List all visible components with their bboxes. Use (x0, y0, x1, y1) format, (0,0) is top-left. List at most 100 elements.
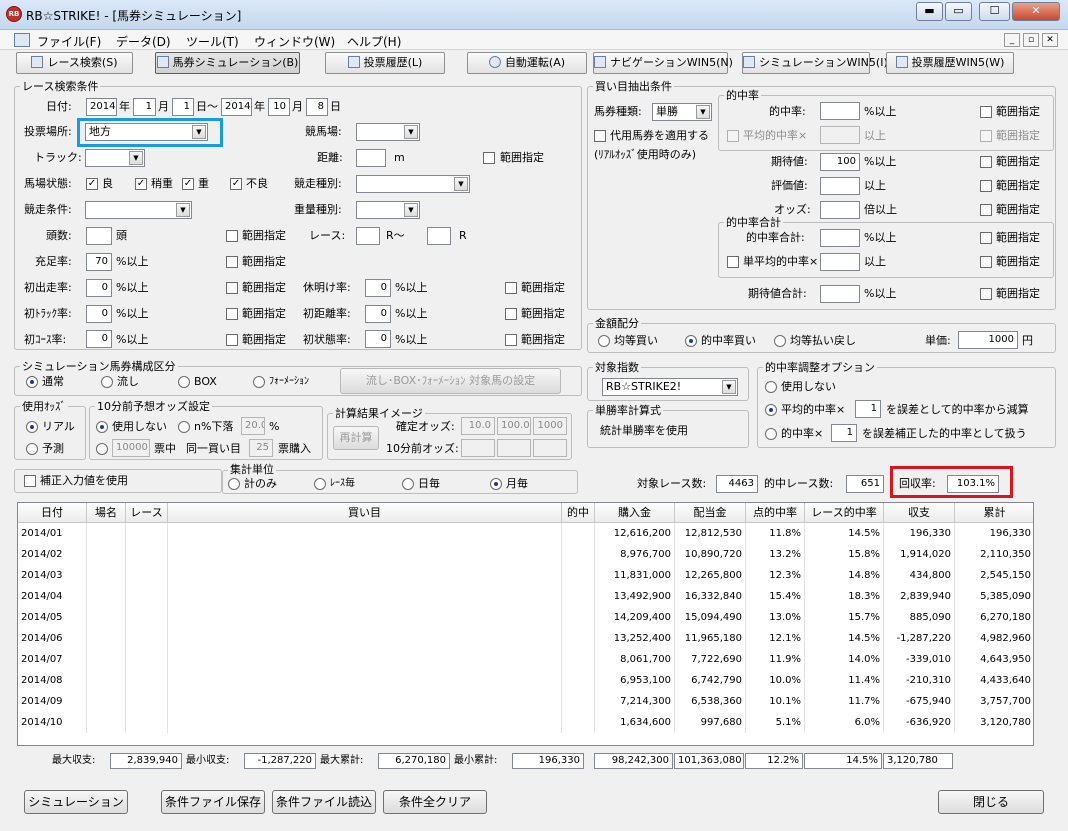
odds-real-radio[interactable] (26, 421, 38, 433)
single-avg-checkbox[interactable] (727, 256, 739, 268)
tab-race-search[interactable]: レース検索(S) (16, 52, 133, 74)
unit-price-input[interactable]: 1000 (958, 331, 1018, 349)
first-distance-input[interactable]: 0 (365, 305, 391, 323)
heads-input[interactable] (86, 227, 112, 245)
agg-day-radio[interactable] (402, 478, 414, 490)
menu-window[interactable]: ウィンドウ(W) (254, 33, 335, 50)
single-avg-range-checkbox[interactable] (980, 256, 992, 268)
expectation-sum-range-checkbox[interactable] (980, 288, 992, 300)
save-condition-button[interactable]: 条件ファイル保存 (161, 790, 265, 814)
fixed-odds-input-1[interactable]: 10.0 (461, 417, 495, 435)
racecourse-select[interactable]: ▼ (356, 123, 420, 141)
table-row[interactable]: 2014/10 1,634,600 997,680 5.1% 6.0% -636,920 3… (18, 712, 1033, 733)
first-run-range-checkbox[interactable] (226, 282, 238, 294)
fill-rate-input[interactable]: 70 (86, 253, 112, 271)
pre10-odds-input-3[interactable] (533, 439, 567, 457)
menu-file[interactable]: ファイル(F) (37, 33, 101, 50)
cond-good-checkbox[interactable]: ✓ (86, 178, 98, 190)
first-course-range-checkbox[interactable] (226, 334, 238, 346)
target-horse-setting-button[interactable]: 流し･BOX･ﾌｫｰﾒｰｼｮﾝ 対象馬の設定 (340, 368, 561, 394)
hit-range-checkbox[interactable] (980, 106, 992, 118)
adjust-avg-input[interactable]: 1 (855, 400, 881, 418)
distance-range-checkbox[interactable] (483, 152, 495, 164)
load-condition-button[interactable]: 条件ファイル読込 (272, 790, 376, 814)
fixed-odds-input-2[interactable]: 100.0 (497, 417, 531, 435)
track-select[interactable]: ▼ (85, 149, 145, 167)
fill-range-checkbox[interactable] (226, 256, 238, 268)
expectation-input[interactable]: 100 (820, 153, 860, 171)
first-track-input[interactable]: 0 (86, 305, 112, 323)
cond-bad-checkbox[interactable]: ✓ (230, 178, 242, 190)
pre10-ndrop-radio[interactable] (178, 421, 190, 433)
single-avg-input[interactable] (820, 253, 860, 271)
avg-hit-input[interactable] (820, 126, 860, 144)
pre10-vote-input[interactable]: 10000 (112, 439, 150, 457)
col-header-race[interactable]: レース (126, 503, 168, 523)
sim-nagashi-radio[interactable] (101, 376, 113, 388)
sim-normal-radio[interactable] (26, 376, 38, 388)
col-header-venue[interactable]: 場名 (87, 503, 126, 523)
odds-forecast-radio[interactable] (26, 443, 38, 455)
adjust-hit-input[interactable]: 1 (831, 424, 857, 442)
pre10-odds-input-1[interactable] (461, 439, 495, 457)
close-window-button[interactable]: ✕ (1012, 2, 1060, 21)
distance-input[interactable] (356, 149, 386, 167)
table-row[interactable]: 2014/01 12,616,200 12,812,530 11.8% 14.5% 196… (18, 523, 1033, 544)
tab-navigation-win5[interactable]: ナビゲーションWIN5(N) (593, 52, 733, 74)
mdi-minimize-icon[interactable]: _ (1004, 33, 1020, 47)
pre10-vote-radio[interactable] (96, 443, 108, 455)
col-header-hit[interactable]: 的中 (562, 503, 595, 523)
race-from-input[interactable] (356, 227, 380, 245)
table-row[interactable]: 2014/02 8,976,700 10,890,720 13.2% 15.8% 1,91… (18, 544, 1033, 565)
rest-range-checkbox[interactable] (505, 282, 517, 294)
weight-type-select[interactable]: ▼ (356, 201, 420, 219)
sim-box-radio[interactable] (178, 376, 190, 388)
correction-checkbox[interactable] (24, 475, 36, 487)
odds-input[interactable] (820, 201, 860, 219)
pre10-odds-input-2[interactable] (497, 439, 531, 457)
adjust-unused-radio[interactable] (765, 381, 777, 393)
simulate-button[interactable]: シミュレーション (24, 790, 128, 814)
tab-auto-run[interactable]: 自動運転(A) (467, 52, 587, 74)
hit-sum-range-checkbox[interactable] (980, 232, 992, 244)
pre10-unused-radio[interactable] (96, 421, 108, 433)
avg-hit-checkbox[interactable] (727, 130, 739, 142)
tab-simulation-win5[interactable]: シミュレーションWIN5(I) (742, 52, 888, 74)
avg-hit-range-checkbox[interactable] (980, 130, 992, 142)
mdi-close-icon[interactable]: ✕ (1042, 33, 1058, 47)
col-header-balance[interactable]: 収支 (884, 503, 955, 523)
menu-tool[interactable]: ツール(T) (186, 33, 239, 50)
to-day-input[interactable]: 8 (306, 98, 328, 116)
cond-slightly-heavy-checkbox[interactable]: ✓ (135, 178, 147, 190)
sim-formation-radio[interactable] (253, 376, 265, 388)
first-course-input[interactable]: 0 (86, 330, 112, 348)
grid-icon[interactable] (14, 33, 30, 47)
col-header-bet[interactable]: 買い目 (168, 503, 562, 523)
clear-condition-button[interactable]: 条件全クリア (383, 790, 487, 814)
from-year-input[interactable]: 2014 (86, 98, 117, 116)
tab-vote-history-win5[interactable]: 投票履歴WIN5(W) (886, 52, 1014, 74)
result-table[interactable]: 日付 場名 レース 買い目 的中 購入金 配当金 点的中率 レース的中率 収支 … (17, 502, 1034, 746)
expectation-sum-input[interactable] (820, 285, 860, 303)
table-row[interactable]: 2014/07 8,061,700 7,722,690 11.9% 14.0% -339,… (18, 649, 1033, 670)
table-row[interactable]: 2014/03 11,831,000 12,265,800 12.3% 14.8% 434… (18, 565, 1033, 586)
race-condition-select[interactable]: ▼ (85, 201, 192, 219)
agg-total-radio[interactable] (228, 478, 240, 490)
col-header-purchase[interactable]: 購入金 (595, 503, 675, 523)
cond-heavy-checkbox[interactable]: ✓ (182, 178, 194, 190)
hit-sum-input[interactable] (820, 229, 860, 247)
first-run-input[interactable]: 0 (86, 279, 112, 297)
race-to-input[interactable] (427, 227, 451, 245)
to-year-input[interactable]: 2014 (221, 98, 252, 116)
first-state-range-checkbox[interactable] (505, 334, 517, 346)
odds-range-checkbox[interactable] (980, 204, 992, 216)
bet-type-select[interactable]: 単勝 ▼ (652, 103, 712, 121)
heads-range-checkbox[interactable] (226, 230, 238, 242)
pre10-same-input[interactable]: 25 (249, 439, 273, 457)
menu-help[interactable]: ヘルプ(H) (347, 33, 401, 50)
first-distance-range-checkbox[interactable] (505, 308, 517, 320)
table-row[interactable]: 2014/09 7,214,300 6,538,360 10.1% 11.7% -675,… (18, 691, 1033, 712)
pre10-ndrop-input[interactable]: 20.0 (241, 417, 265, 435)
tab-vote-history[interactable]: 投票履歴(L) (325, 52, 445, 74)
col-header-payout[interactable]: 配当金 (675, 503, 746, 523)
